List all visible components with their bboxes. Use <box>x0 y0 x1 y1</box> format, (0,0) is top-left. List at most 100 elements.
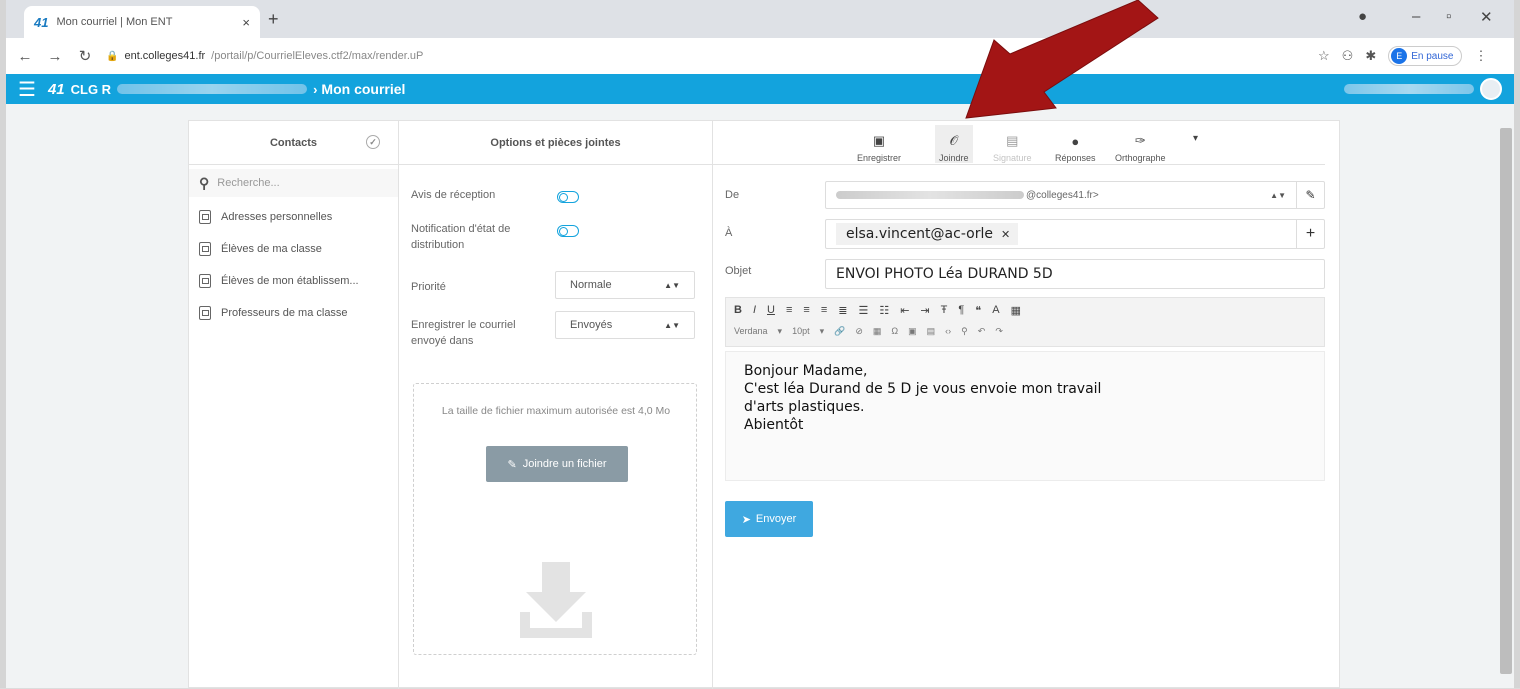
justify-icon[interactable]: ≣ <box>838 304 847 317</box>
clear-format-icon[interactable]: Ŧ <box>941 304 948 317</box>
indent-icon[interactable]: ⇥ <box>920 304 929 317</box>
contact-group-label: Élèves de mon établissem... <box>221 275 359 287</box>
contact-group-teachers[interactable]: Professeurs de ma classe <box>189 297 398 329</box>
save-folder-value: Envoyés <box>570 319 613 331</box>
body-line: Bonjour Madame, <box>744 363 868 379</box>
media-icon[interactable]: ▤ <box>927 326 936 337</box>
text-color-icon[interactable]: A <box>992 304 999 317</box>
contact-group-my-class[interactable]: Élèves de ma classe <box>189 233 398 265</box>
align-right-icon[interactable]: ≡ <box>821 304 827 317</box>
underline-icon[interactable]: U <box>767 304 775 317</box>
extension-icon[interactable]: ⚇ <box>1342 48 1354 64</box>
puzzle-icon[interactable]: ✱ <box>1365 48 1376 64</box>
to-field[interactable]: elsa.vincent@ac-orle ✕ + <box>825 219 1325 249</box>
url-host: ent.colleges41.fr <box>124 50 206 62</box>
bold-icon[interactable]: B <box>734 304 742 317</box>
table-icon[interactable]: ▦ <box>873 326 882 337</box>
download-icon <box>520 562 592 638</box>
select-arrows-icon: ▲▼ <box>664 320 680 330</box>
check-circle-icon[interactable]: ✓ <box>366 135 380 149</box>
attachment-dropzone[interactable]: La taille de fichier maximum autorisée e… <box>413 383 697 655</box>
priority-select[interactable]: Normale ▲▼ <box>555 271 695 299</box>
special-char-icon[interactable]: Ω <box>891 326 898 337</box>
compose-toolbar: ▣ Enregistrer 𝒪 Joindre ▤ Signature ● Ré… <box>713 121 1325 165</box>
quote-icon[interactable]: ❝ <box>975 304 981 317</box>
unlink-icon[interactable]: ⊘ <box>855 326 863 337</box>
remove-recipient-icon[interactable]: ✕ <box>1001 228 1010 241</box>
from-select[interactable]: @colleges41.fr> ▲▼ ✎ <box>825 181 1325 209</box>
mail-compose-panel: Contacts ✓ ⚲ Recherche... Adresses perso… <box>188 120 1341 689</box>
pencil-icon[interactable]: ✎ <box>1296 182 1324 208</box>
compose-column: ▣ Enregistrer 𝒪 Joindre ▤ Signature ● Ré… <box>713 121 1341 689</box>
hamburger-menu-icon[interactable]: ☰ <box>18 77 36 102</box>
numbered-list-icon[interactable]: ☷ <box>879 304 889 317</box>
minimize-icon[interactable]: – <box>1412 8 1420 25</box>
subject-input[interactable]: ENVOI PHOTO Léa DURAND 5D <box>825 259 1325 289</box>
outdent-icon[interactable]: ⇤ <box>900 304 909 317</box>
contact-group-my-school[interactable]: Élèves de mon établissem... <box>189 265 398 297</box>
save-folder-select[interactable]: Envoyés ▲▼ <box>555 311 695 339</box>
lock-icon: 🔒 <box>106 50 119 62</box>
font-family-select[interactable]: Verdana <box>734 326 768 337</box>
tab-strip: 41 Mon courriel | Mon ENT × + ● – ▫ ✕ <box>6 0 1514 38</box>
align-center-icon[interactable]: ≡ <box>803 304 809 317</box>
record-icon[interactable]: ● <box>1358 8 1367 25</box>
font-size-select[interactable]: 10pt <box>792 326 810 337</box>
attach-file-button[interactable]: ✎ Joindre un fichier <box>486 446 628 482</box>
align-left-icon[interactable]: ≡ <box>786 304 792 317</box>
paperclip-icon: ✎ <box>507 458 517 471</box>
forward-icon[interactable]: → <box>46 48 64 65</box>
read-receipt-toggle[interactable] <box>557 191 579 203</box>
reload-icon[interactable]: ↻ <box>76 47 94 65</box>
recipient-chip[interactable]: elsa.vincent@ac-orle ✕ <box>836 223 1019 245</box>
bullet-list-icon[interactable]: ☰ <box>858 304 868 317</box>
italic-icon[interactable]: I <box>753 304 756 317</box>
signature-button[interactable]: ▤ Signature <box>989 125 1036 163</box>
redo-icon[interactable]: ↷ <box>995 326 1003 337</box>
redacted-user-name <box>1344 84 1474 94</box>
replies-button[interactable]: ● Réponses <box>1051 125 1100 163</box>
editor-toolbar: B I U ≡ ≡ ≡ ≣ ☰ ☷ ⇤ ⇥ Ŧ ¶ ❝ A ▦ Verdana … <box>725 297 1325 347</box>
send-button[interactable]: ➤ Envoyer <box>725 501 813 537</box>
message-body-editor[interactable]: Bonjour Madame, C'est léa Durand de 5 D … <box>725 351 1325 481</box>
from-value: @colleges41.fr> <box>1026 189 1099 201</box>
paperclip-icon: 𝒪 <box>949 133 958 148</box>
browser-tab[interactable]: 41 Mon courriel | Mon ENT × <box>24 6 260 38</box>
more-dropdown-icon[interactable]: ▾ <box>1193 133 1198 144</box>
ent-header: ☰ 41 CLG R › Mon courriel <box>6 74 1514 104</box>
back-icon[interactable]: ← <box>16 48 34 65</box>
page-scrollbar[interactable] <box>1500 128 1512 674</box>
attach-button[interactable]: 𝒪 Joindre <box>935 125 973 163</box>
editor-font-row: Verdana ▾ 10pt ▾ 🔗 ⊘ ▦ Ω ▣ ▤ ‹› ⚲ ↶ ↷ <box>734 326 1003 337</box>
school-name[interactable]: CLG R <box>71 82 111 97</box>
ent-logo[interactable]: 41 <box>48 81 65 98</box>
send-label: Envoyer <box>755 513 797 525</box>
star-icon[interactable]: ☆ <box>1318 48 1330 64</box>
close-tab-icon[interactable]: × <box>242 15 250 30</box>
image-icon[interactable]: ▣ <box>908 326 917 337</box>
user-avatar[interactable] <box>1480 78 1502 100</box>
code-icon[interactable]: ‹› <box>945 326 951 337</box>
options-title: Options et pièces jointes <box>490 136 621 149</box>
menu-kebab-icon[interactable]: ⋮ <box>1474 48 1487 64</box>
priority-value: Normale <box>570 279 612 291</box>
save-draft-button[interactable]: ▣ Enregistrer <box>853 125 905 163</box>
close-window-icon[interactable]: ✕ <box>1480 8 1493 26</box>
undo-icon[interactable]: ↶ <box>978 326 986 337</box>
restore-icon[interactable]: ▫ <box>1446 8 1451 25</box>
address-book-icon <box>199 242 211 256</box>
dropdown-icon: ▾ <box>819 326 825 336</box>
find-icon[interactable]: ⚲ <box>961 326 968 337</box>
url-input[interactable]: 🔒 ent.colleges41.fr/portail/p/CourrielEl… <box>106 44 1306 68</box>
link-icon[interactable]: 🔗 <box>834 326 845 337</box>
body-line: C'est léa Durand de 5 D je vous envoie m… <box>744 381 1102 397</box>
profile-button[interactable]: E En pause <box>1388 46 1463 66</box>
contact-group-personal[interactable]: Adresses personnelles <box>189 201 398 233</box>
delivery-notification-toggle[interactable] <box>557 225 579 237</box>
contacts-search-input[interactable]: ⚲ Recherche... <box>189 169 398 197</box>
new-tab-button[interactable]: + <box>268 9 279 30</box>
add-recipient-icon[interactable]: + <box>1296 220 1324 248</box>
background-color-icon[interactable]: ▦ <box>1011 304 1021 317</box>
spelling-button[interactable]: ✑ Orthographe <box>1111 125 1170 163</box>
paragraph-icon[interactable]: ¶ <box>958 304 964 317</box>
